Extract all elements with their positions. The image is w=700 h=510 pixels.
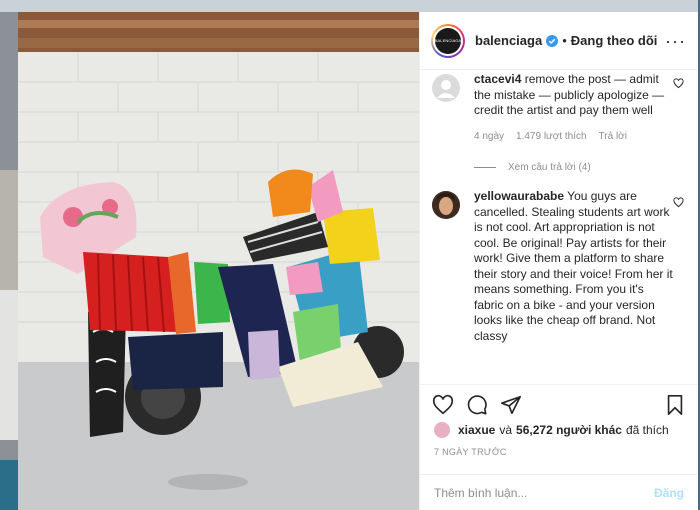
- comment-item: yellowaurababe You guys are cancelled. S…: [420, 189, 698, 344]
- comment-avatar[interactable]: [432, 74, 460, 102]
- following-button[interactable]: Đang theo dõi: [571, 33, 658, 48]
- send-icon[interactable]: [500, 394, 522, 416]
- likes-connector: và: [499, 423, 513, 437]
- comment-avatar[interactable]: [432, 191, 460, 219]
- comment-username[interactable]: ctacevi4: [474, 72, 521, 86]
- post-image[interactable]: [18, 12, 419, 510]
- comment-time[interactable]: 4 ngày: [474, 129, 504, 145]
- post-header: BALENCIAGA balenciaga • Đang theo dõi ··…: [420, 12, 698, 70]
- comment-icon[interactable]: [466, 394, 488, 416]
- comment-username[interactable]: yellowaurababe: [474, 189, 564, 203]
- post-date[interactable]: 7 NGÀY TRƯỚC: [434, 447, 507, 457]
- first-liker-link[interactable]: xiaxue: [458, 423, 495, 437]
- replies-divider: [474, 167, 496, 168]
- comment-likes[interactable]: 1.479 lượt thích: [516, 129, 587, 145]
- bike-sculpture-photo: [18, 12, 419, 510]
- add-comment-bar: Đăng: [420, 474, 698, 510]
- likes-summary: xiaxue và 56,272 người khác đã thích: [434, 422, 686, 438]
- default-user-icon: [437, 80, 455, 98]
- post-actions: [420, 388, 698, 422]
- other-likers-link[interactable]: 56,272 người khác: [516, 423, 622, 437]
- comment-heart-icon[interactable]: [673, 78, 684, 89]
- post-comment-button[interactable]: Đăng: [654, 486, 684, 500]
- user-photo-icon: [432, 191, 460, 219]
- heart-icon[interactable]: [432, 394, 454, 416]
- avatar: BALENCIAGA: [435, 27, 461, 54]
- comment-input[interactable]: [434, 485, 654, 500]
- separator-dot: •: [562, 33, 567, 48]
- view-replies-button[interactable]: Xem câu trả lời (4): [474, 162, 698, 173]
- reply-button[interactable]: Trả lời: [599, 129, 627, 145]
- view-replies-label: Xem câu trả lời (4): [508, 162, 591, 173]
- username-link[interactable]: balenciaga: [475, 33, 542, 48]
- bookmark-icon[interactable]: [664, 394, 686, 416]
- comments-list[interactable]: ctacevi4 remove the post — admit the mis…: [420, 70, 698, 385]
- comment-text: You guys are cancelled. Stealing student…: [474, 189, 673, 343]
- comment-heart-icon[interactable]: [673, 197, 684, 208]
- comment-item: ctacevi4 remove the post — admit the mis…: [420, 70, 698, 144]
- post-side-panel: BALENCIAGA balenciaga • Đang theo dõi ··…: [419, 12, 698, 510]
- likes-suffix: đã thích: [625, 423, 669, 437]
- verified-badge-icon: [546, 34, 559, 47]
- story-ring[interactable]: BALENCIAGA: [431, 23, 465, 58]
- liker-avatar[interactable]: [434, 422, 450, 438]
- more-options-icon[interactable]: ···: [665, 32, 686, 50]
